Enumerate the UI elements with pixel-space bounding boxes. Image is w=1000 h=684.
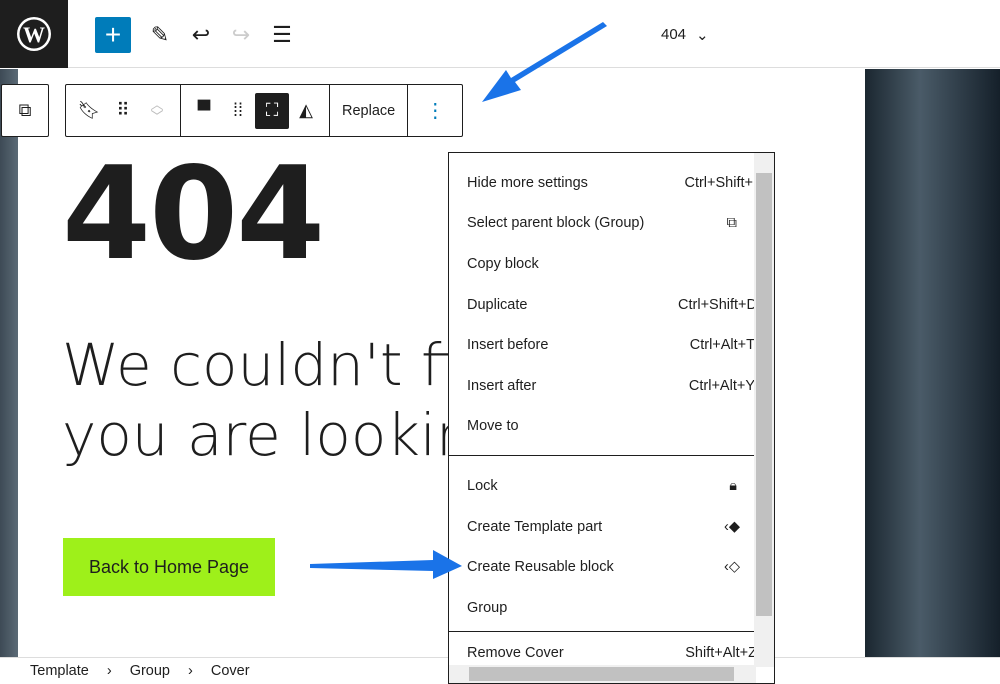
list-view-icon[interactable]: ☰	[264, 17, 300, 53]
back-home-button[interactable]: Back to Home Page	[63, 538, 275, 596]
menu-item-move-to[interactable]: Move to	[467, 418, 757, 434]
align-icon[interactable]: ▀	[187, 93, 221, 129]
breadcrumb-template[interactable]: Template	[30, 663, 89, 679]
block-options-menu: Hide more settings Ctrl+Shift+, Select pa…	[448, 152, 775, 684]
top-bar: W + ✎ ↩ ↪ ☰ 404 ⌄	[0, 0, 1000, 68]
duotone-icon[interactable]: ◭	[289, 93, 323, 129]
heading-line: you are looking	[62, 401, 452, 469]
svg-text:W: W	[23, 22, 45, 47]
chevron-right-icon: ›	[188, 663, 193, 679]
breadcrumb-group[interactable]: Group	[130, 663, 170, 679]
redo-icon[interactable]: ↪	[223, 17, 259, 53]
vertical-scrollbar[interactable]	[754, 153, 774, 667]
add-block-button[interactable]: +	[95, 17, 131, 53]
parent-block-icon[interactable]: ⧉	[8, 93, 42, 129]
template-part-icon: ‹◆	[724, 519, 740, 535]
breadcrumb-cover[interactable]: Cover	[211, 663, 250, 679]
chevron-down-icon: ⌄	[696, 27, 709, 44]
menu-item-create-reusable-block[interactable]: Create Reusable block ‹◇	[467, 559, 757, 575]
menu-item-insert-before[interactable]: Insert before Ctrl+Alt+T	[467, 337, 757, 353]
move-up-down-icon[interactable]: ︿ ﹀	[140, 93, 174, 129]
scrollbar-thumb[interactable]	[469, 667, 734, 681]
menu-divider	[449, 455, 756, 456]
menu-item-copy-block[interactable]: Copy block	[467, 256, 757, 272]
menu-item-insert-after[interactable]: Insert after Ctrl+Alt+Y	[467, 378, 757, 394]
block-toolbar: 🔖︎ ⠿ ︿ ﹀ ▀ ⁞⁞ ⛶ ◭ Replace ⋮	[65, 84, 464, 137]
more-options-icon[interactable]: ⋮	[418, 93, 452, 129]
content-position-icon[interactable]: ⁞⁞	[221, 93, 255, 129]
menu-item-lock[interactable]: Lock 🔒︎	[467, 478, 757, 494]
full-height-icon[interactable]: ⛶	[255, 92, 289, 129]
parent-block-icon: ⧉	[726, 215, 737, 231]
menu-divider	[449, 631, 756, 632]
page-heading[interactable]: We couldn't findyou are looking	[62, 330, 452, 470]
menu-item-remove-cover[interactable]: Remove Cover Shift+Alt+Z	[467, 645, 757, 661]
menu-item-create-template-part[interactable]: Create Template part ‹◆	[467, 519, 757, 535]
page-big-title[interactable]: 404	[62, 140, 325, 289]
select-parent-toolbar: ⧉	[1, 84, 49, 137]
reusable-block-icon: ‹◇	[724, 559, 740, 575]
scrollbar-thumb[interactable]	[756, 173, 772, 616]
edit-tool-icon[interactable]: ✎	[142, 17, 178, 53]
drag-handle-icon[interactable]: ⠿	[106, 93, 140, 129]
menu-item-duplicate[interactable]: Duplicate Ctrl+Shift+D	[467, 297, 757, 313]
wordpress-icon: W	[17, 17, 51, 51]
template-title: 404	[661, 26, 687, 43]
heading-line: We couldn't find	[62, 331, 452, 399]
replace-button[interactable]: Replace	[342, 103, 395, 119]
chevron-right-icon: ›	[106, 663, 112, 679]
lock-icon: 🔒︎	[729, 478, 737, 494]
menu-item-select-parent[interactable]: Select parent block (Group) ⧉	[467, 215, 757, 231]
menu-item-group[interactable]: Group	[467, 600, 757, 616]
template-title-dropdown[interactable]: 404 ⌄	[661, 26, 709, 44]
cover-block-icon[interactable]: 🔖︎	[72, 93, 106, 129]
horizontal-scrollbar[interactable]	[449, 665, 756, 683]
menu-item-hide-more-settings[interactable]: Hide more settings Ctrl+Shift+,	[467, 175, 757, 191]
undo-icon[interactable]: ↩	[183, 17, 219, 53]
wordpress-logo-button[interactable]: W	[0, 0, 68, 68]
